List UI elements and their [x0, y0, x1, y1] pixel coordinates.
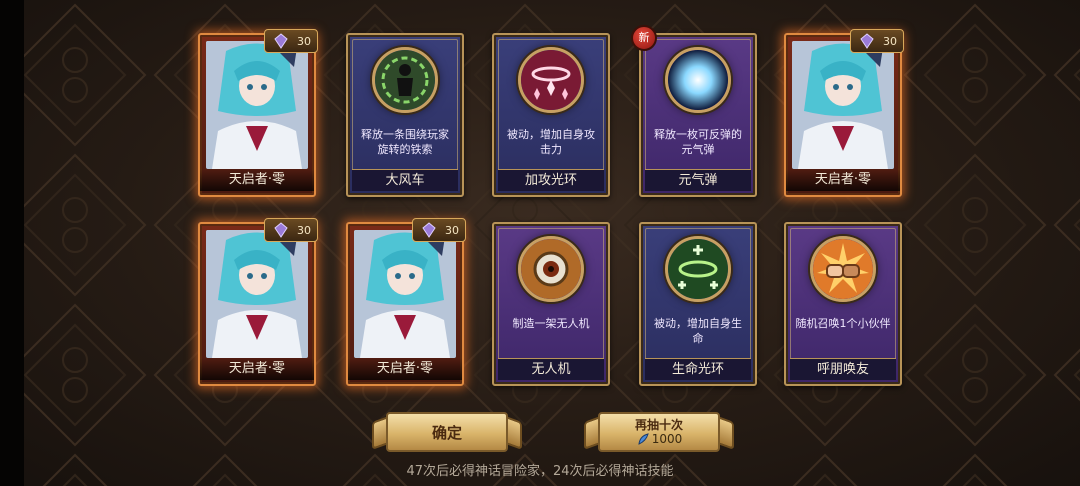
card-name: 大风车 [352, 169, 458, 191]
skill-description: 被动，增加自身攻击力 [507, 128, 595, 156]
cost-badge: 30 [264, 218, 318, 242]
spinning-chain-icon [372, 47, 438, 113]
card-hero-1[interactable]: 天启者·零 30 [198, 29, 318, 197]
card-name: 天启者·零 [348, 358, 462, 380]
hero-portrait [354, 230, 456, 358]
skill-description: 释放一枚可反弹的元气弹 [654, 128, 742, 156]
card-hero-3[interactable]: 天启者·零 30 [198, 218, 318, 386]
gacha-result-screen: 天启者·零 30 释放一条围绕玩家旋转的铁索 大风车 被动，增加自身攻击力 加攻… [0, 0, 1080, 486]
draw-ten-cost: 1000 [636, 432, 683, 446]
card-skill-2[interactable]: 被动，增加自身攻击力 加攻光环 [492, 33, 610, 197]
life-aura-icon [665, 236, 731, 302]
drone-icon [518, 236, 584, 302]
card-name: 天启者·零 [786, 169, 900, 191]
pity-counter-note: 47次后必得神话冒险家，24次后必得神话技能 [406, 464, 674, 479]
draw-ten-label: 再抽十次 [634, 418, 683, 432]
confirm-button[interactable]: 确定 [372, 412, 522, 452]
skill-description: 制造一架无人机 [512, 317, 590, 330]
cost-value: 30 [297, 34, 311, 48]
hero-portrait [206, 41, 308, 169]
gem-icon [860, 33, 874, 49]
skill-description: 被动，增加自身生命 [654, 317, 742, 345]
skill-description: 随机召唤1个小伙伴 [795, 317, 891, 330]
cost-badge: 30 [412, 218, 466, 242]
attack-aura-icon [518, 47, 584, 113]
cost-value: 30 [297, 223, 311, 237]
card-name: 生命光环 [645, 358, 751, 380]
hero-portrait [792, 41, 894, 169]
draw-ten-cost-value: 1000 [651, 432, 683, 446]
card-skill-5[interactable]: 被动，增加自身生命 生命光环 [639, 222, 757, 386]
new-badge: 新 [631, 25, 657, 51]
gem-icon [274, 33, 288, 49]
card-hero-4[interactable]: 天启者·零 30 [346, 218, 466, 386]
card-skill-4[interactable]: 制造一架无人机 无人机 [492, 222, 610, 386]
card-skill-6[interactable]: 随机召唤1个小伙伴 呼朋唤友 [784, 222, 902, 386]
card-name: 天启者·零 [200, 169, 314, 191]
card-skill-1[interactable]: 释放一条围绕玩家旋转的铁索 大风车 [346, 33, 464, 197]
feather-gem-icon [638, 433, 649, 445]
confirm-label: 确定 [431, 423, 462, 442]
card-name: 天启者·零 [200, 358, 314, 380]
skill-description: 释放一条围绕玩家旋转的铁索 [361, 128, 449, 156]
gem-icon [274, 222, 288, 238]
hero-portrait [206, 230, 308, 358]
gem-icon [422, 222, 436, 238]
cost-badge: 30 [264, 29, 318, 53]
fist-bump-icon [810, 236, 876, 302]
draw-ten-button[interactable]: 再抽十次 1000 [584, 412, 734, 452]
card-name: 加攻光环 [498, 169, 604, 191]
energy-ball-icon [665, 47, 731, 113]
screen-edge-bar [0, 0, 24, 486]
card-name: 呼朋唤友 [790, 358, 896, 380]
cost-value: 30 [445, 223, 459, 237]
card-name: 元气弹 [645, 169, 751, 191]
cost-badge: 30 [850, 29, 904, 53]
card-hero-2[interactable]: 天启者·零 30 [784, 29, 904, 197]
card-skill-3[interactable]: 释放一枚可反弹的元气弹 元气弹 新 [631, 25, 757, 197]
cost-value: 30 [883, 34, 897, 48]
card-name: 无人机 [498, 358, 604, 380]
